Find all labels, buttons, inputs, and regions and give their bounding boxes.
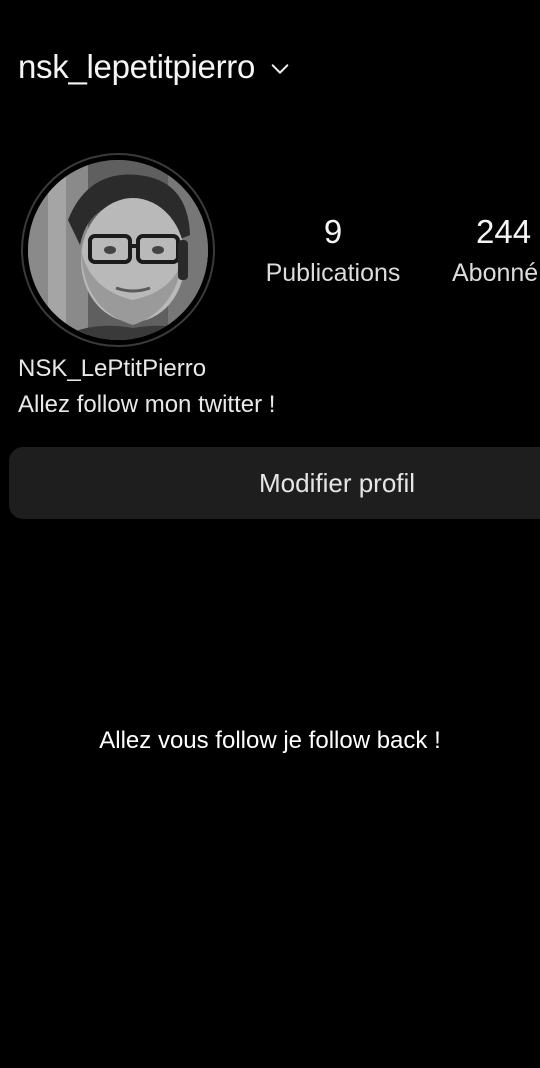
followers-label: Abonné: [452, 259, 539, 287]
avatar-photo: [28, 160, 208, 340]
posts-count: 9: [323, 213, 343, 250]
profile-header[interactable]: nsk_lepetitpierro: [18, 48, 291, 86]
followers-count: 244: [476, 213, 532, 250]
display-name: NSK_LePtitPierro: [18, 355, 207, 382]
profile-screen: nsk_lepetitpierro 9 Publications 244 Abo…: [0, 0, 540, 1068]
stat-followers[interactable]: 244 Abonné: [452, 212, 540, 291]
username[interactable]: nsk_lepetitpierro: [18, 48, 255, 86]
bio: Allez follow mon twitter !: [18, 391, 276, 418]
edit-profile-label: Modifier profil: [259, 468, 416, 498]
overlay-caption: Allez vous follow je follow back !: [99, 727, 441, 754]
chevron-down-icon[interactable]: [269, 58, 291, 80]
stat-posts[interactable]: 9 Publications: [262, 212, 404, 291]
avatar[interactable]: [21, 153, 215, 347]
avatar-image: [28, 160, 208, 340]
posts-label: Publications: [265, 259, 401, 287]
